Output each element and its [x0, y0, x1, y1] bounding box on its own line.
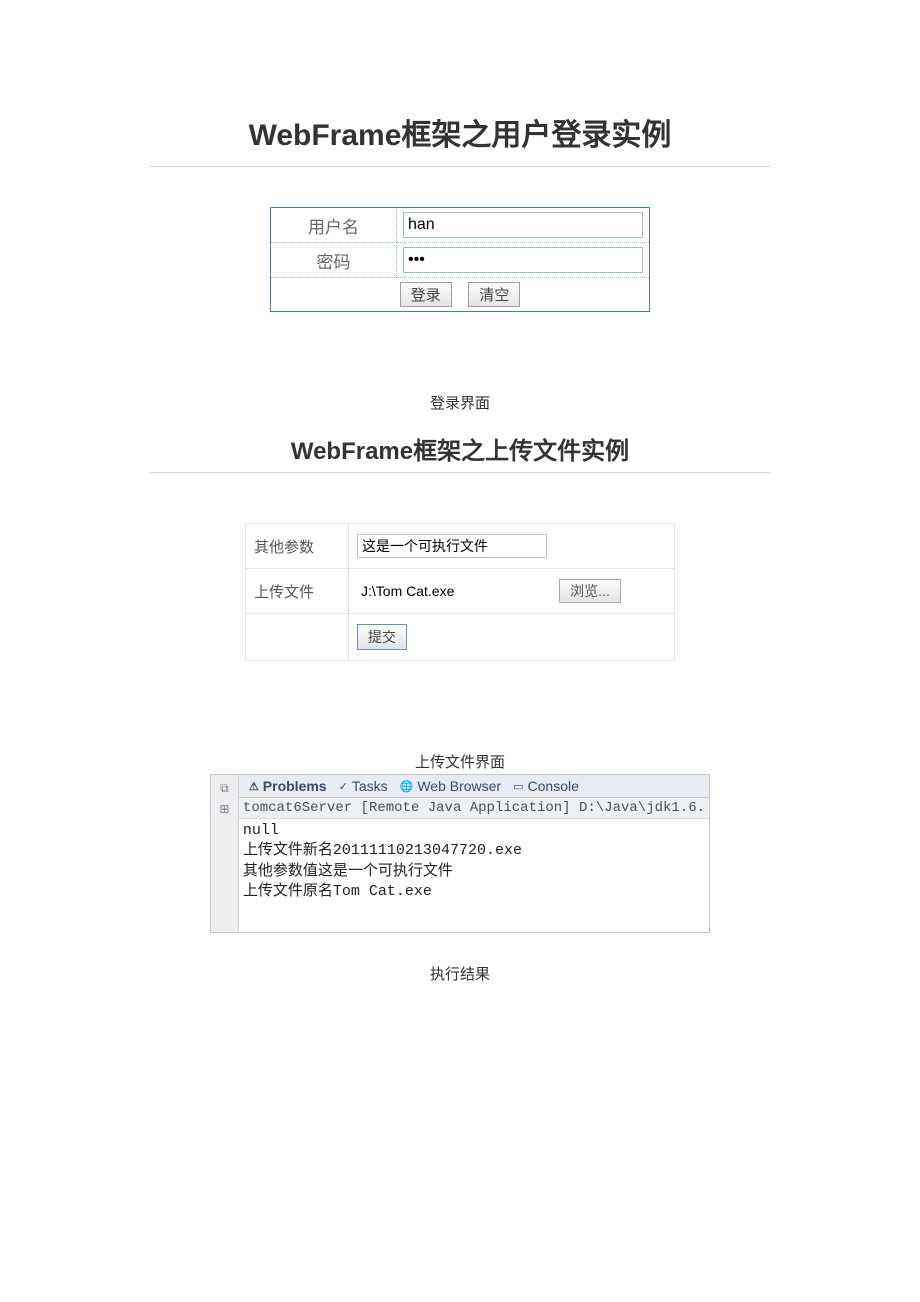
- login-caption: 登录界面: [150, 392, 770, 413]
- console-process-header: tomcat6Server [Remote Java Application] …: [239, 798, 709, 819]
- password-input[interactable]: [403, 247, 643, 273]
- tab-problems[interactable]: ⚠ Problems: [243, 777, 333, 795]
- tasks-icon: ✓: [339, 780, 348, 793]
- upload-caption: 上传文件界面: [210, 751, 710, 772]
- console-gutter: ⧉ ⊞: [211, 775, 239, 932]
- divider: [150, 472, 770, 473]
- tab-tasks[interactable]: ✓ Tasks: [333, 777, 394, 795]
- result-caption: 执行结果: [210, 963, 710, 984]
- console-panel: ⧉ ⊞ ⚠ Problems ✓ Tasks 🌐 Web Browser: [210, 774, 710, 933]
- console-output: null 上传文件新名20111110213047720.exe 其他参数值这是…: [239, 819, 709, 932]
- divider: [150, 166, 770, 167]
- empty-cell: [246, 614, 349, 661]
- tab-label: Web Browser: [417, 778, 501, 794]
- console-icon: ▭: [513, 780, 523, 793]
- login-form: 用户名 密码 登录 清空: [270, 207, 650, 312]
- submit-button[interactable]: 提交: [357, 624, 407, 650]
- tab-label: Console: [528, 778, 579, 794]
- param-input[interactable]: [357, 534, 547, 558]
- file-path-display: [357, 580, 555, 602]
- globe-icon: 🌐: [400, 780, 414, 793]
- param-label: 其他参数: [246, 524, 349, 569]
- username-label: 用户名: [271, 208, 397, 243]
- problems-icon: ⚠: [249, 780, 259, 793]
- page-title-upload: WebFrame框架之上传文件实例: [150, 431, 770, 466]
- file-label: 上传文件: [246, 569, 349, 614]
- password-label: 密码: [271, 243, 397, 278]
- upload-form: 其他参数 上传文件 浏览... 提交: [245, 523, 675, 661]
- login-button[interactable]: 登录: [400, 282, 452, 307]
- username-input[interactable]: [403, 212, 643, 238]
- clear-button[interactable]: 清空: [468, 282, 520, 307]
- tab-label: Problems: [263, 778, 327, 794]
- gutter-icon[interactable]: ⧉: [220, 781, 229, 796]
- page-title-login: WebFrame框架之用户登录实例: [150, 110, 770, 154]
- tab-console[interactable]: ▭ Console: [507, 777, 585, 795]
- tab-webbrowser[interactable]: 🌐 Web Browser: [394, 777, 507, 795]
- gutter-icon[interactable]: ⊞: [219, 802, 229, 816]
- tab-label: Tasks: [352, 778, 388, 794]
- browse-button[interactable]: 浏览...: [559, 579, 621, 603]
- console-tabs: ⚠ Problems ✓ Tasks 🌐 Web Browser ▭ Conso…: [239, 775, 709, 798]
